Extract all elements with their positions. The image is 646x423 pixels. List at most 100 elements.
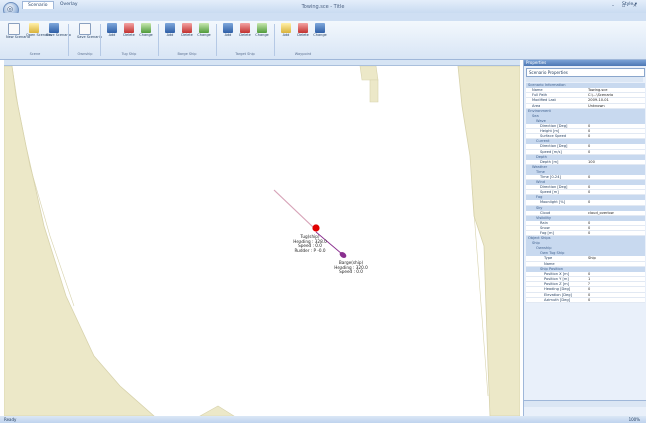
property-value[interactable]: C:\...\Scenario bbox=[588, 93, 613, 97]
property-name: Position X [m] bbox=[544, 271, 570, 276]
save-scenario-button[interactable]: Save Scenario bbox=[46, 23, 71, 49]
property-name: Direction [Deg] bbox=[540, 144, 568, 149]
status-bar: Ready 100% bbox=[0, 416, 646, 423]
tug-change-button[interactable]: Change bbox=[138, 23, 154, 49]
ship-add-icon bbox=[165, 23, 175, 33]
property-name: Snow bbox=[540, 226, 550, 230]
group-label-scene: Scene bbox=[29, 52, 41, 56]
properties-header: Properties bbox=[524, 60, 646, 66]
tug-ship-label: Tug(ship) Heading : 328.0 Speed : 0.0 Ru… bbox=[290, 234, 330, 253]
property-value[interactable]: 100 bbox=[588, 160, 595, 164]
ribbon-divider bbox=[158, 24, 159, 56]
barge-change-button[interactable]: Change bbox=[196, 23, 212, 49]
target-add-button[interactable]: Add bbox=[220, 23, 236, 49]
property-value[interactable]: cloud_overlow bbox=[588, 211, 614, 215]
property-row[interactable]: Azimuth [Deg] 0 bbox=[526, 297, 645, 303]
property-value[interactable]: 0 bbox=[588, 287, 590, 291]
ship-delete-icon bbox=[182, 23, 192, 33]
property-name: Direction [Deg] bbox=[540, 123, 568, 128]
land-area-right bbox=[457, 66, 520, 416]
properties-toolbar[interactable] bbox=[526, 77, 643, 82]
tug-add-button[interactable]: Add bbox=[104, 23, 120, 49]
property-name: Cloud bbox=[540, 210, 551, 215]
tab-scenario[interactable]: Scenario bbox=[22, 1, 54, 9]
property-value[interactable]: 0 bbox=[588, 144, 590, 148]
tug-delete-button[interactable]: Delete bbox=[121, 23, 137, 49]
ship-delete-icon bbox=[124, 23, 134, 33]
barge-speed: Speed : 0.0 bbox=[339, 269, 363, 275]
property-name: Moonlight [%] bbox=[540, 200, 566, 205]
tug-rudder: Rudder : P -0.0 bbox=[294, 247, 326, 253]
waypoint-change-button[interactable]: Change bbox=[312, 23, 328, 49]
property-value[interactable]: 0 bbox=[588, 226, 590, 230]
property-value[interactable]: Towing.sce bbox=[588, 88, 607, 92]
ribbon-divider bbox=[274, 24, 275, 56]
map-view[interactable]: Tug(ship) Heading : 328.0 Speed : 0.0 Ru… bbox=[4, 66, 520, 416]
waypoint-add-button[interactable]: Add bbox=[278, 23, 294, 49]
property-name: Speed [m] bbox=[540, 190, 559, 195]
property-name: Name bbox=[544, 261, 555, 266]
property-value[interactable]: 0 bbox=[588, 293, 590, 297]
property-name: Type bbox=[544, 256, 553, 261]
property-value[interactable]: Unknown bbox=[588, 104, 605, 108]
property-value[interactable]: 1 bbox=[588, 277, 590, 281]
property-value[interactable]: 0 bbox=[588, 150, 590, 154]
property-value[interactable]: 0 bbox=[588, 185, 590, 189]
window-title: Towing.sce - Title bbox=[301, 4, 345, 10]
land-area-top bbox=[359, 66, 379, 81]
map-canvas[interactable] bbox=[4, 66, 520, 416]
properties-panel: Properties Scenario Properties Scenario … bbox=[523, 60, 646, 416]
group-label-target: Target Ship bbox=[235, 52, 255, 56]
waypoint-delete-button[interactable]: Delete bbox=[295, 23, 311, 49]
property-value[interactable]: 0 bbox=[588, 272, 590, 276]
barge-ship-label: Barge(ship) Heading : 320.0 Speed : 0.0 bbox=[330, 260, 372, 275]
property-value[interactable]: 0 bbox=[588, 175, 590, 179]
property-grid[interactable]: Scenario Information Name Towing.sce Full P… bbox=[526, 83, 645, 303]
properties-footer bbox=[524, 400, 646, 407]
group-label-barge: Barge Ship bbox=[177, 52, 197, 56]
new-scenario-button[interactable]: New Scenario bbox=[6, 23, 30, 49]
open-scenario-button[interactable]: Open Scenario bbox=[26, 23, 52, 49]
property-name: Name bbox=[532, 88, 543, 92]
property-value[interactable]: 0 bbox=[588, 190, 590, 194]
save-ownship-button[interactable]: Save Scenario bbox=[77, 23, 102, 49]
properties-object-select[interactable]: Scenario Properties bbox=[526, 68, 645, 77]
property-name: Full Path bbox=[532, 93, 548, 98]
property-value[interactable]: 0 bbox=[588, 124, 590, 128]
property-name: Rain bbox=[540, 220, 548, 225]
property-value[interactable]: 2009-10-01 bbox=[588, 98, 609, 102]
barge-delete-button[interactable]: Delete bbox=[179, 23, 195, 49]
group-label-waypoint: Waypoint bbox=[294, 52, 312, 56]
tug-track-line bbox=[273, 189, 315, 229]
zoom-level[interactable]: 100% bbox=[629, 416, 640, 423]
barge-add-button[interactable]: Add bbox=[162, 23, 178, 49]
group-label-tug: Tug Ship bbox=[121, 52, 137, 56]
property-name: Height [m] bbox=[540, 128, 560, 133]
property-value[interactable]: 0 bbox=[588, 231, 590, 235]
target-delete-button[interactable]: Delete bbox=[237, 23, 253, 49]
style-menu[interactable]: Style ▾ bbox=[622, 2, 637, 7]
ribbon-divider bbox=[216, 24, 217, 56]
waypoint-change-icon bbox=[315, 23, 325, 33]
tab-overlay[interactable]: Overlay bbox=[55, 1, 83, 8]
property-value[interactable]: ? bbox=[588, 282, 590, 286]
ship-change-icon bbox=[141, 23, 151, 33]
waypoint-delete-icon bbox=[298, 23, 308, 33]
property-name: Speed [m/s] bbox=[540, 149, 562, 154]
property-name: Position Y [m] bbox=[544, 276, 569, 281]
property-name: Fog [m] bbox=[540, 231, 554, 236]
save-icon bbox=[49, 23, 59, 33]
land-area-pier bbox=[369, 79, 379, 103]
property-name: Position Z [m] bbox=[544, 282, 570, 287]
property-value[interactable]: 0 bbox=[588, 200, 590, 204]
property-value[interactable]: 0 bbox=[588, 298, 590, 302]
property-value[interactable]: 0 bbox=[588, 129, 590, 133]
property-value[interactable]: 0 bbox=[588, 221, 590, 225]
ribbon-divider bbox=[68, 24, 69, 56]
property-value[interactable]: 0 bbox=[588, 134, 590, 138]
property-name: Direction [Deg] bbox=[540, 185, 568, 190]
ship-add-icon bbox=[107, 23, 117, 33]
tug-ship-marker bbox=[312, 224, 320, 232]
property-value[interactable]: Ship bbox=[588, 256, 596, 260]
target-change-button[interactable]: Change bbox=[254, 23, 270, 49]
